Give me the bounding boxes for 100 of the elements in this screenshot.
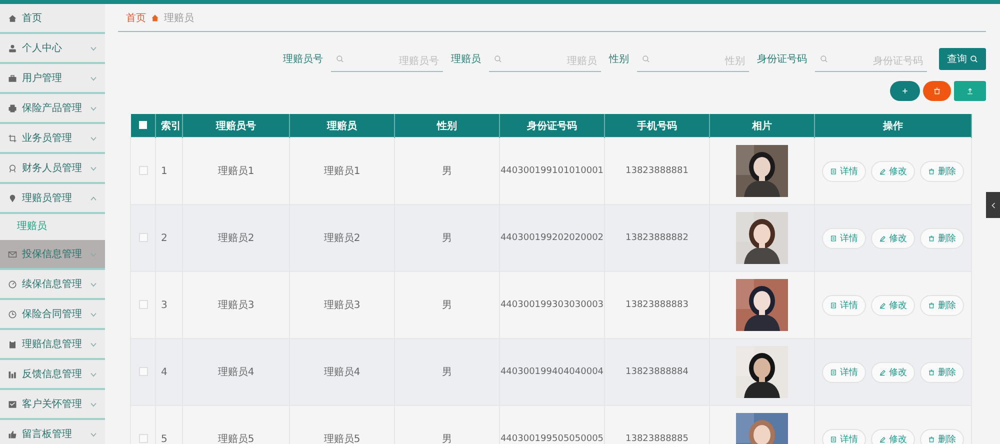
column-header: 性别 <box>394 114 500 138</box>
action-button[interactable]: 删除 <box>920 228 964 248</box>
chevron-left-icon <box>990 202 996 208</box>
document-icon <box>830 302 837 308</box>
table-cell: 理赔员2 <box>182 204 290 272</box>
action-button[interactable]: 详情 <box>822 362 866 382</box>
search-icon <box>642 55 650 63</box>
action-button[interactable]: 删除 <box>920 160 964 182</box>
search-icon <box>970 55 978 63</box>
clock-icon <box>8 310 17 318</box>
table-cell: 理赔员5 <box>182 406 290 444</box>
action-button[interactable]: 修改 <box>871 294 915 316</box>
table-cell: 13823888885 <box>604 406 710 444</box>
table-cell: 男 <box>394 138 500 204</box>
field-label: 性别 <box>609 52 629 66</box>
home-icon <box>8 14 17 22</box>
table-cell: 理赔员3 <box>182 272 290 338</box>
table-cell: 2 <box>156 204 182 272</box>
search-field[interactable]: 理赔员 <box>489 52 601 72</box>
action-button[interactable]: 修改 <box>871 160 915 182</box>
search-field[interactable]: 性别 <box>637 52 749 72</box>
table-cell: 男 <box>394 406 500 444</box>
row-checkbox[interactable] <box>138 367 148 376</box>
search-icon <box>820 55 828 63</box>
action-button[interactable]: 修改 <box>871 228 915 248</box>
action-button[interactable]: 详情 <box>822 428 866 444</box>
select-all-checkbox[interactable] <box>138 121 147 130</box>
chevron-down-icon <box>90 372 97 376</box>
menu-item[interactable]: 留言板管理 <box>0 420 105 444</box>
add-button[interactable] <box>890 81 920 101</box>
table-cell: 男 <box>394 204 500 272</box>
delete-button[interactable] <box>923 81 951 101</box>
action-button[interactable]: 详情 <box>822 294 866 316</box>
gauge-icon <box>8 280 17 288</box>
menu-item[interactable]: 客户关怀管理 <box>0 390 105 420</box>
table-cell: 理赔员1 <box>182 138 290 204</box>
submenu-item[interactable]: 理赔员 <box>0 214 105 240</box>
menu-item[interactable]: 财务人员管理 <box>0 154 105 184</box>
action-button[interactable]: 删除 <box>920 428 964 444</box>
table-cell: 440300199202020002 <box>500 204 604 272</box>
row-checkbox[interactable] <box>138 300 148 310</box>
chevron-down-icon <box>90 252 97 256</box>
row-checkbox[interactable] <box>138 434 148 444</box>
query-button[interactable]: 查询 <box>939 48 986 70</box>
table-cell: 13823888883 <box>604 272 710 338</box>
column-header: 索引 <box>156 114 182 138</box>
table-cell: 男 <box>394 272 500 338</box>
search-field[interactable]: 理赔员号 <box>331 52 443 72</box>
column-header: 手机号码 <box>604 114 710 138</box>
printer-icon <box>8 104 17 112</box>
chevron-down-icon <box>90 136 97 140</box>
pencil-icon <box>879 168 886 174</box>
chevron-down-icon <box>90 312 97 316</box>
menu-item[interactable]: 个人中心 <box>0 34 105 64</box>
menu-item[interactable]: 投保信息管理 <box>0 240 105 270</box>
action-button[interactable]: 详情 <box>822 160 866 182</box>
table-cell: 理赔员3 <box>290 272 394 338</box>
table-cell: 13823888881 <box>604 138 710 204</box>
collapse-tab[interactable] <box>986 192 1000 218</box>
table-cell: 440300199404040004 <box>500 338 604 406</box>
action-button[interactable]: 修改 <box>871 362 915 382</box>
trash-icon <box>928 234 935 242</box>
action-button[interactable]: 详情 <box>822 228 866 248</box>
breadcrumb-link[interactable]: 首页 <box>126 10 146 24</box>
row-checkbox[interactable] <box>138 233 148 242</box>
menu-item[interactable]: 首页 <box>0 4 105 34</box>
column-header: 身份证号码 <box>500 114 604 138</box>
action-button[interactable]: 修改 <box>871 428 915 444</box>
search-field[interactable]: 身份证号码 <box>815 52 927 72</box>
menu-item[interactable]: 业务员管理 <box>0 124 105 154</box>
menu-item[interactable]: 用户管理 <box>0 64 105 94</box>
table-cell: 1 <box>156 138 182 204</box>
menu-item[interactable]: 保险产品管理 <box>0 94 105 124</box>
column-header: 理赔员 <box>290 114 394 138</box>
menu-item[interactable]: 保险合同管理 <box>0 300 105 330</box>
chevron-down-icon <box>90 76 97 80</box>
row-checkbox[interactable] <box>138 166 148 176</box>
menu-item[interactable]: 反馈信息管理 <box>0 360 105 390</box>
table-cell: 理赔员5 <box>290 406 394 444</box>
table-cell: 13823888884 <box>604 338 710 406</box>
table-cell: 理赔员4 <box>182 338 290 406</box>
chevron-down-icon <box>90 166 97 170</box>
menu-item[interactable]: 理赔员管理 <box>0 184 105 214</box>
chevron-up-icon <box>90 196 97 200</box>
user-icon <box>8 44 17 52</box>
table-cell: 理赔员1 <box>290 138 394 204</box>
table-cell: 3 <box>156 272 182 338</box>
action-button[interactable]: 删除 <box>920 294 964 316</box>
menu-item[interactable]: 理赔信息管理 <box>0 330 105 360</box>
export-button[interactable] <box>954 81 986 101</box>
trash-icon <box>928 368 935 376</box>
table-cell: 男 <box>394 338 500 406</box>
document-icon <box>830 168 837 174</box>
pencil-icon <box>879 368 886 376</box>
pencil-icon <box>879 302 886 308</box>
column-header: 理赔员号 <box>182 114 290 138</box>
breadcrumb-current: 理赔员 <box>164 12 194 24</box>
clipboard-icon <box>8 340 17 348</box>
menu-item[interactable]: 续保信息管理 <box>0 270 105 300</box>
action-button[interactable]: 删除 <box>920 362 964 382</box>
